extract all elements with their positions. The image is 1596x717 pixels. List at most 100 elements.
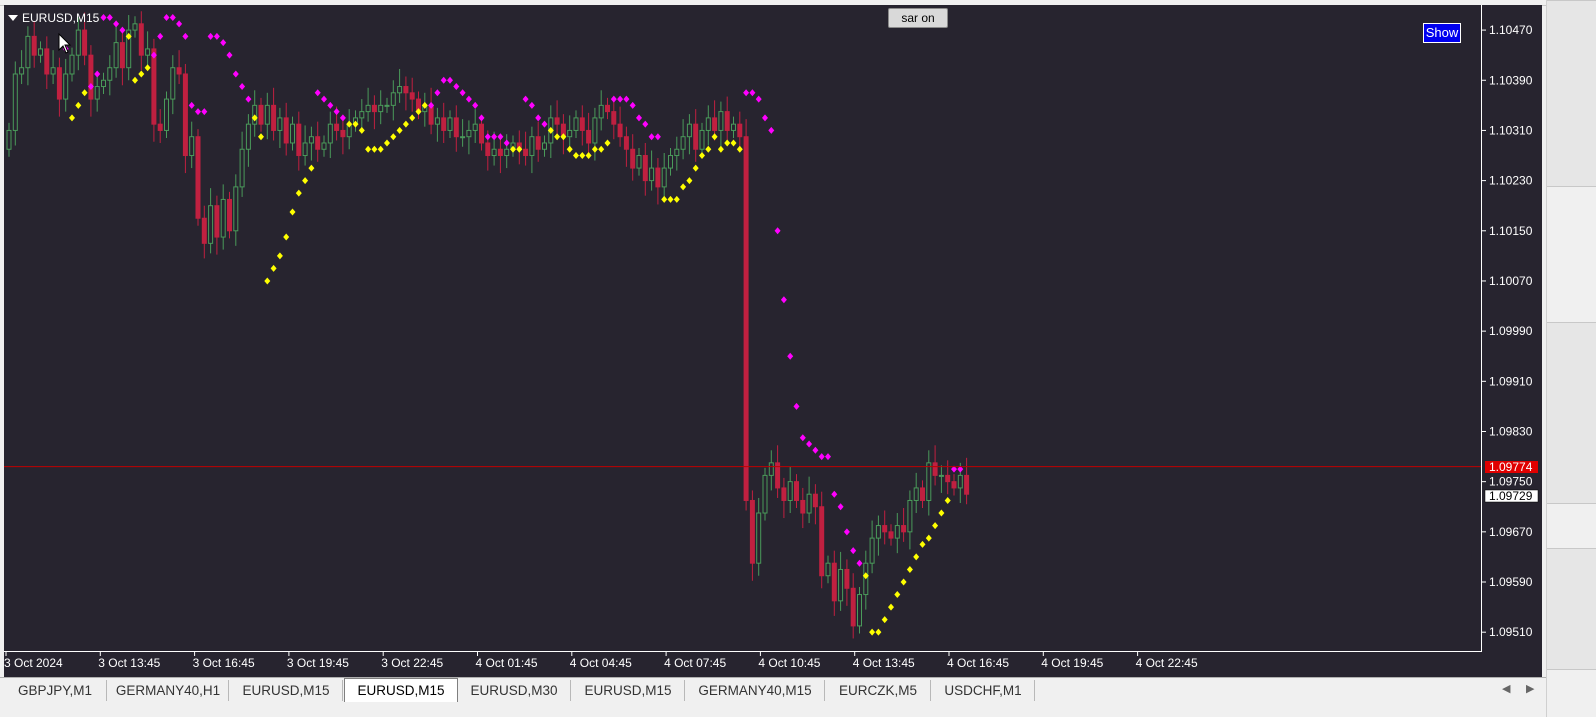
candle-body (812, 493, 818, 508)
candle-body (504, 148, 510, 157)
candlestick-chart[interactable]: 1.10470 1.10390 1.10310 1.10230 1.10150 1.100… (4, 5, 1542, 677)
tab-eurusd-m15-2[interactable]: EURUSD,M15 (230, 680, 343, 701)
candle-body (838, 568, 844, 602)
sar-dot (258, 133, 264, 141)
candle-body (623, 136, 629, 150)
sar-dot (667, 195, 674, 203)
time-axis-label: 4 Oct 04:45 (570, 656, 632, 670)
sar-dot (119, 26, 126, 34)
tab-germany40-m15-6[interactable]: GERMANY40,M15 (686, 680, 825, 701)
price-axis-label: 1.09670 (1489, 525, 1533, 539)
candle-body (523, 148, 529, 157)
candle-body (705, 117, 711, 131)
sar-dot (169, 14, 176, 22)
side-panel-block-3 (1547, 548, 1596, 670)
time-axis-label: 3 Oct 2024 (4, 656, 63, 670)
candle-body (630, 148, 636, 169)
candle-body (611, 111, 617, 125)
candle-body (12, 73, 18, 131)
candle-body (479, 123, 484, 144)
candle-body (888, 531, 894, 539)
candle-body (466, 129, 472, 138)
candle-body (359, 111, 365, 119)
sar-dot (780, 296, 787, 304)
candle-body (586, 129, 592, 144)
sar-dot (377, 145, 384, 153)
sar-dot (793, 402, 800, 410)
time-axis-label: 3 Oct 22:45 (381, 656, 443, 670)
sar-dot (283, 233, 290, 241)
candle-body (302, 142, 308, 157)
arrow-left-icon[interactable]: ◀ (1502, 682, 1510, 695)
candle-body (208, 205, 214, 244)
sar-dot (566, 145, 573, 153)
candle-body (768, 462, 774, 476)
price-axis-label: 1.10230 (1489, 174, 1533, 188)
sar-dot (453, 83, 460, 91)
sar-dot (579, 152, 586, 160)
triangle-down-icon[interactable] (8, 15, 18, 21)
arrow-right-icon[interactable]: ▶ (1526, 682, 1534, 695)
candle-body (195, 136, 201, 219)
tab-usdchf-m1-8[interactable]: USDCHF,M1 (932, 680, 1035, 701)
sar-dot (472, 101, 479, 109)
candle-body (875, 525, 881, 539)
candle-body (44, 48, 50, 75)
sar-dot (906, 565, 913, 573)
candle-body (794, 481, 799, 501)
sar-dot (699, 152, 705, 160)
candle-body (491, 148, 497, 157)
sar-dot (276, 252, 283, 260)
sar-dot (213, 32, 220, 40)
tab-eurusd-m30-4[interactable]: EURUSD,M30 (458, 680, 571, 701)
candle-body (579, 117, 585, 131)
price-axis-label: 1.09990 (1489, 324, 1533, 338)
candle-body (258, 104, 264, 125)
price-axis-label: 1.10470 (1489, 23, 1533, 37)
candle-body (384, 104, 390, 107)
tab-eurczk-m5-7[interactable]: EURCZK,M5 (826, 680, 931, 701)
mouse-cursor-icon (58, 33, 72, 54)
candle-body (283, 117, 289, 144)
candle-body (69, 54, 75, 75)
sar-dot (503, 139, 510, 147)
sar-dot (875, 628, 882, 636)
candle-body (239, 148, 245, 188)
candle-body (573, 117, 579, 131)
tab-eurusd-m15-3[interactable]: EURUSD,M15 (344, 678, 458, 702)
sar-dot (522, 95, 529, 103)
price-axis-label: 1.10150 (1489, 224, 1533, 238)
price-axis-label: 1.10070 (1489, 274, 1533, 288)
price-axis-label: 1.10310 (1489, 123, 1533, 137)
sar-dot (106, 14, 113, 22)
tab-gbpjpy-m1-0[interactable]: GBPJPY,M1 (4, 680, 107, 701)
candle-body (938, 474, 944, 477)
terminal-window: 1.10470 1.10390 1.10310 1.10230 1.10150 1.100… (0, 0, 1546, 717)
candle-body (907, 499, 913, 533)
candle-body (233, 186, 239, 232)
candle-body (315, 136, 321, 150)
candle-body (453, 117, 459, 138)
sar-dot (888, 603, 894, 611)
show-button[interactable]: Show (1423, 23, 1461, 43)
sar-dot (850, 547, 857, 555)
sar-dot (541, 120, 548, 128)
sar-dot (554, 133, 561, 141)
candle-body (132, 23, 138, 31)
sar-dot (157, 32, 164, 40)
sar-dot (881, 616, 888, 624)
side-panel-block-2 (1547, 322, 1596, 504)
sar-dot (365, 145, 372, 153)
chart-symbol-title[interactable]: EURUSD,M15 (8, 11, 99, 25)
sar-dot (598, 145, 605, 153)
tab-germany40-h1-1[interactable]: GERMANY40,H1 (108, 680, 229, 701)
candle-body (119, 42, 125, 69)
sar-dot (843, 528, 850, 536)
candle-body (951, 481, 957, 489)
sar-dot (201, 108, 208, 116)
sar-toggle-button[interactable]: sar on (888, 8, 948, 28)
tab-eurusd-m15-5[interactable]: EURUSD,M15 (572, 680, 685, 701)
candle-body (756, 512, 762, 564)
chart-area[interactable]: 1.10470 1.10390 1.10310 1.10230 1.10150 1.100… (4, 5, 1542, 677)
candle-body (497, 148, 503, 157)
